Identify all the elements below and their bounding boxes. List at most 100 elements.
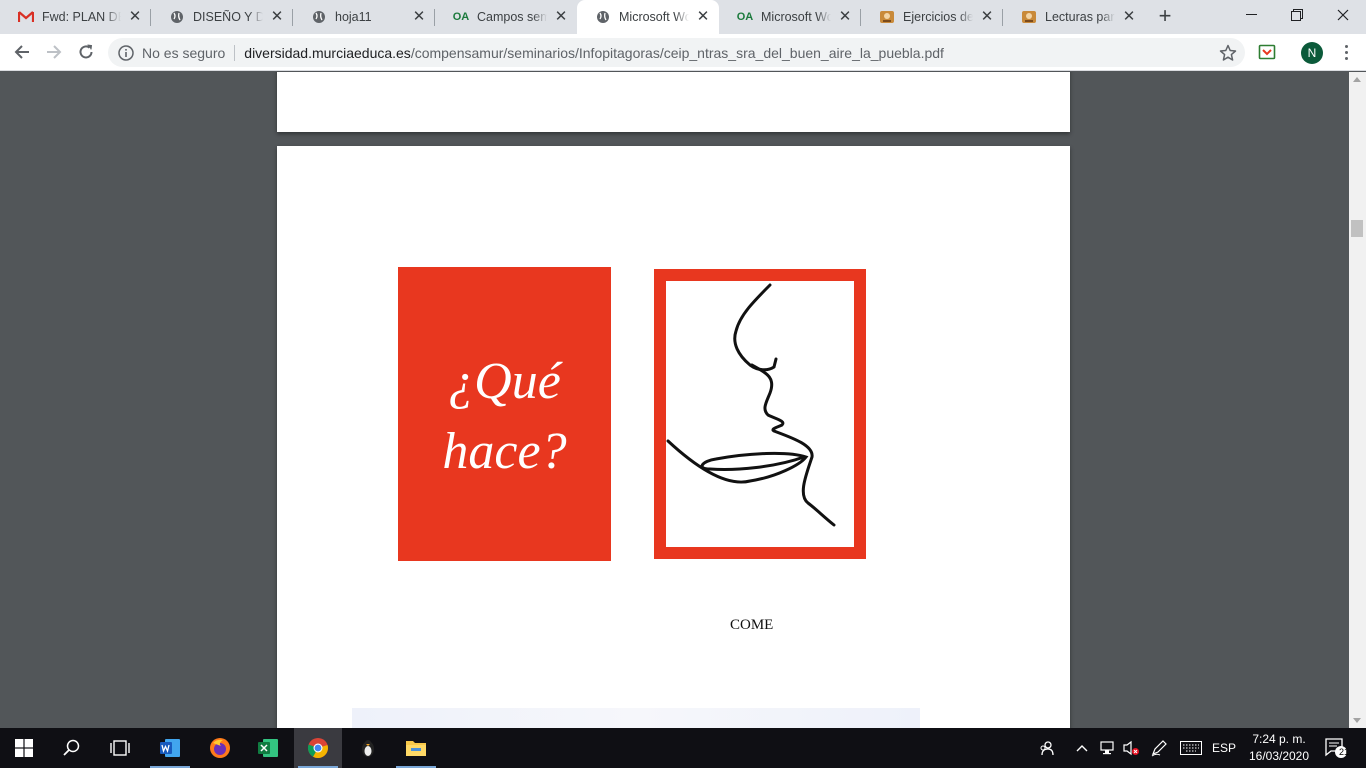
task-view-icon	[110, 740, 130, 756]
clock-time: 7:24 p. m.	[1252, 732, 1306, 746]
oa-icon: OA	[736, 11, 754, 23]
bookmark-star-icon[interactable]	[1219, 44, 1237, 62]
close-window-button[interactable]	[1320, 0, 1366, 30]
minimize-button[interactable]	[1228, 0, 1274, 30]
tab-title: Fwd: PLAN DE	[42, 10, 121, 24]
tab-gmail[interactable]: Fwd: PLAN DE ✕	[0, 0, 151, 34]
pdf-page-current: ¿Qué hace? COME	[277, 146, 1070, 728]
excel-icon	[258, 739, 278, 757]
close-icon[interactable]: ✕	[979, 9, 995, 25]
reload-icon	[79, 44, 93, 59]
url-path: /compensamur/seminarios/Infopitagoras/ce…	[410, 44, 944, 61]
arrow-left-icon	[14, 45, 29, 59]
vertical-scrollbar[interactable]	[1349, 72, 1366, 728]
pdf-viewer[interactable]: ¿Qué hace? COME	[0, 72, 1349, 728]
menu-dot	[1344, 56, 1348, 60]
back-button[interactable]	[8, 38, 36, 66]
browser-toolbar: No es seguro diversidad.murciaeduca.es/c…	[0, 34, 1366, 71]
taskbar-file-explorer[interactable]	[392, 728, 440, 768]
tab-title: Ejercicios de C	[903, 10, 973, 24]
show-hidden-icons-chevron-icon[interactable]	[1072, 728, 1092, 768]
tab-hoja11[interactable]: hoja11 ✕	[293, 0, 435, 34]
network-icon[interactable]	[1096, 728, 1118, 768]
system-clock[interactable]: 7:24 p. m. 16/03/2020	[1242, 731, 1316, 765]
folder-icon	[406, 741, 426, 756]
close-icon[interactable]: ✕	[553, 9, 569, 25]
task-view-button[interactable]	[96, 728, 144, 768]
firefox-icon	[210, 738, 230, 758]
restore-button[interactable]	[1274, 0, 1320, 30]
close-icon[interactable]: ✕	[269, 9, 285, 25]
tab-title: hoja11	[335, 10, 372, 24]
taskbar-chrome[interactable]	[294, 728, 342, 768]
forward-button[interactable]	[40, 38, 68, 66]
question-card: ¿Qué hace?	[398, 267, 611, 561]
people-icon[interactable]	[1034, 728, 1060, 768]
windows-taskbar: ESP 7:24 p. m. 16/03/2020 21	[0, 728, 1366, 768]
scroll-down-arrow-icon[interactable]	[1353, 718, 1361, 723]
search-icon	[63, 739, 80, 756]
tab-title: Campos semán	[477, 10, 547, 24]
tab-campos-semanticos[interactable]: OA Campos semán ✕	[435, 0, 577, 34]
tab-title: Lecturas para l	[1045, 10, 1115, 24]
input-language[interactable]: ESP	[1208, 728, 1240, 768]
next-image-top-edge	[352, 708, 920, 728]
clock-date: 16/03/2020	[1248, 749, 1310, 763]
close-icon	[1337, 9, 1349, 21]
tab-microsoft-word[interactable]: OA Microsoft Wor ✕	[719, 0, 861, 34]
pen-icon[interactable]	[1148, 728, 1170, 768]
menu-dot	[1344, 50, 1348, 54]
tab-title: Microsoft Wor	[761, 10, 831, 24]
gmail-icon	[18, 9, 34, 25]
eating-illustration-card	[654, 269, 866, 559]
tab-title: Microsoft Wor	[619, 10, 689, 24]
reload-button[interactable]	[72, 38, 100, 66]
scroll-up-arrow-icon[interactable]	[1353, 77, 1361, 82]
address-bar[interactable]: No es seguro diversidad.murciaeduca.es/c…	[108, 38, 1245, 67]
menu-dot	[1344, 44, 1348, 48]
windows-logo-icon	[15, 739, 33, 757]
scrollbar-thumb[interactable]	[1351, 220, 1363, 237]
question-text: ¿Qué hace?	[398, 347, 611, 487]
globe-icon	[169, 9, 185, 25]
taskbar-word[interactable]	[146, 728, 194, 768]
answer-caption: COME	[730, 617, 774, 633]
url-text: diversidad.murciaeduca.es/compensamur/se…	[244, 45, 944, 61]
tab-diseno[interactable]: DISEÑO Y DES ✕	[151, 0, 293, 34]
close-icon[interactable]: ✕	[837, 9, 853, 25]
volume-muted-icon[interactable]	[1120, 728, 1142, 768]
tab-strip: Fwd: PLAN DE ✕ DISEÑO Y DES ✕ hoja11 ✕ O…	[0, 0, 1366, 34]
site-icon	[879, 9, 895, 25]
globe-icon	[311, 9, 327, 25]
close-icon[interactable]: ✕	[127, 9, 143, 25]
word-icon	[160, 739, 180, 757]
new-tab-button[interactable]: +	[1153, 5, 1177, 29]
tab-title: DISEÑO Y DES	[193, 10, 263, 24]
tab-microsoft-word-active[interactable]: Microsoft Wor ✕	[577, 0, 719, 34]
close-icon[interactable]: ✕	[411, 9, 427, 25]
search-button[interactable]	[48, 728, 96, 768]
security-status: No es seguro	[142, 44, 226, 61]
keyboard-icon[interactable]	[1178, 728, 1204, 768]
info-icon[interactable]	[118, 44, 134, 61]
tab-lecturas[interactable]: Lecturas para l ✕	[1003, 0, 1145, 34]
question-line-2: hace?	[442, 423, 567, 480]
penguin-app-icon	[362, 740, 374, 757]
action-center-button[interactable]: 21	[1320, 728, 1352, 768]
site-icon	[1021, 9, 1037, 25]
restore-icon	[1291, 9, 1303, 21]
eating-face-drawing	[666, 283, 836, 527]
extension-icon[interactable]	[1258, 43, 1276, 61]
pdf-page-previous	[277, 72, 1070, 132]
taskbar-app[interactable]	[344, 728, 392, 768]
close-icon[interactable]: ✕	[1121, 9, 1137, 25]
taskbar-firefox[interactable]	[196, 728, 244, 768]
taskbar-excel[interactable]	[244, 728, 292, 768]
start-button[interactable]	[0, 728, 48, 768]
omnibox-divider	[234, 44, 236, 61]
profile-avatar[interactable]: N	[1301, 42, 1323, 64]
tab-ejercicios[interactable]: Ejercicios de C ✕	[861, 0, 1003, 34]
close-icon[interactable]: ✕	[695, 9, 711, 25]
chrome-icon	[307, 738, 328, 759]
menu-button[interactable]	[1336, 40, 1356, 64]
